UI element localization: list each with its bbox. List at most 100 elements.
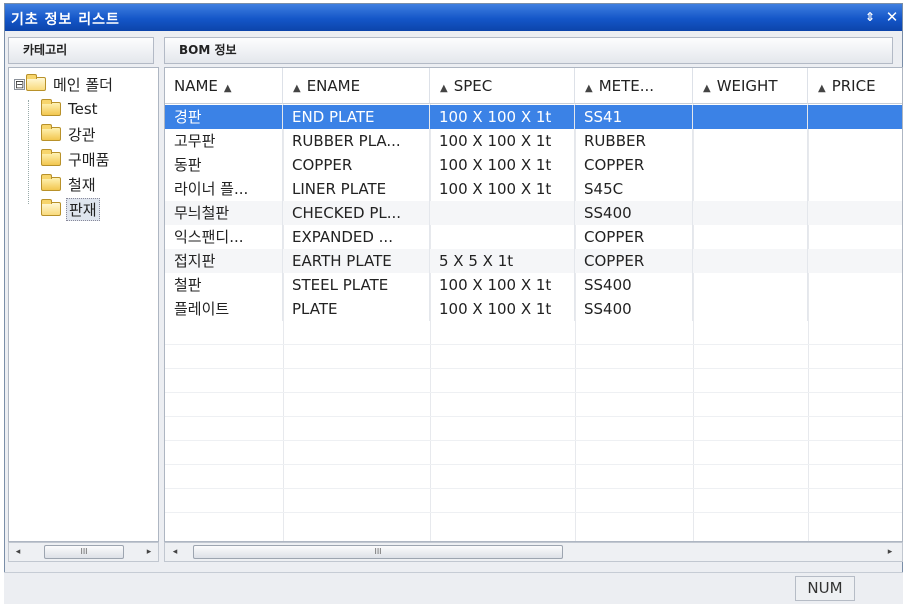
column-header-spec[interactable]: ▲ SPEC bbox=[430, 68, 575, 104]
cell-name: 고무판 bbox=[165, 129, 283, 153]
cell-material: SS400 bbox=[575, 201, 693, 225]
column-header-label: PRICE bbox=[831, 77, 876, 95]
cell-ename: EXPANDED ... bbox=[283, 225, 430, 249]
row-divider bbox=[165, 344, 902, 345]
cell-material: COPPER bbox=[575, 249, 693, 273]
table-row[interactable]: 철판 STEEL PLATE 100 X 100 X 1t SS400 bbox=[165, 273, 902, 297]
cell-material: S45C bbox=[575, 177, 693, 201]
window-title: 기초 정보 리스트 bbox=[11, 12, 120, 28]
tree-horizontal-scrollbar[interactable]: ◂ III ▸ bbox=[8, 542, 159, 562]
tree-node-root[interactable]: ⊟ 메인 폴더 bbox=[14, 72, 115, 96]
cell-ename: CHECKED PL... bbox=[283, 201, 430, 225]
cell-name: 동판 bbox=[165, 153, 283, 177]
scroll-right-icon[interactable]: ▸ bbox=[883, 545, 897, 559]
tree-node-purchased[interactable]: 구매품 bbox=[41, 147, 111, 171]
pin-icon[interactable]: ⇕ bbox=[861, 8, 879, 26]
scroll-thumb[interactable]: III bbox=[193, 545, 563, 559]
cell-spec: 100 X 100 X 1t bbox=[430, 129, 575, 153]
scroll-thumb[interactable]: III bbox=[44, 545, 124, 559]
sort-ascending-icon: ▲ bbox=[818, 83, 826, 94]
folder-icon bbox=[41, 149, 61, 166]
scroll-right-icon[interactable]: ▸ bbox=[142, 545, 156, 559]
cell-material: COPPER bbox=[575, 225, 693, 249]
tree-node-label: Test bbox=[68, 100, 98, 118]
grid-horizontal-scrollbar[interactable]: ◂ III ▸ bbox=[164, 542, 903, 562]
scroll-left-icon[interactable]: ◂ bbox=[168, 545, 182, 559]
cell-name: 플레이트 bbox=[165, 297, 283, 321]
table-row[interactable]: 접지판 EARTH PLATE 5 X 5 X 1t COPPER bbox=[165, 249, 902, 273]
cell-weight bbox=[693, 153, 808, 177]
category-tree[interactable]: ⊟ 메인 폴더 Test 강관 구매품 철재 판재 bbox=[8, 67, 159, 542]
table-row[interactable]: 동판 COPPER 100 X 100 X 1t COPPER bbox=[165, 153, 902, 177]
cell-ename: RUBBER PLA... bbox=[283, 129, 430, 153]
cell-material: COPPER bbox=[575, 153, 693, 177]
row-divider bbox=[165, 488, 902, 489]
sort-ascending-icon: ▲ bbox=[223, 83, 232, 94]
table-row[interactable]: 플레이트 PLATE 100 X 100 X 1t SS400 bbox=[165, 297, 902, 321]
sort-ascending-icon: ▲ bbox=[585, 83, 593, 94]
tree-node-plate[interactable]: 판재 bbox=[41, 197, 100, 221]
cell-spec: 100 X 100 X 1t bbox=[430, 153, 575, 177]
table-row[interactable]: 고무판 RUBBER PLA... 100 X 100 X 1t RUBBER bbox=[165, 129, 902, 153]
folder-icon bbox=[41, 99, 61, 116]
status-bar: NUM bbox=[4, 572, 903, 604]
cell-price bbox=[808, 273, 902, 297]
table-row-selected[interactable]: 경판 END PLATE 100 X 100 X 1t SS41 bbox=[165, 105, 902, 129]
tree-node-iron[interactable]: 철재 bbox=[41, 172, 98, 196]
cell-name: 접지판 bbox=[165, 249, 283, 273]
cell-weight bbox=[693, 225, 808, 249]
tree-node-label: 구매품 bbox=[68, 150, 110, 169]
cell-price bbox=[808, 105, 902, 129]
column-header-material[interactable]: ▲ METE... bbox=[575, 68, 693, 104]
column-header-name[interactable]: NAME ▲ bbox=[165, 68, 283, 104]
cell-ename: PLATE bbox=[283, 297, 430, 321]
cell-spec: 100 X 100 X 1t bbox=[430, 105, 575, 129]
row-divider bbox=[165, 368, 902, 369]
column-header-weight[interactable]: ▲ WEIGHT bbox=[693, 68, 808, 104]
cell-price bbox=[808, 201, 902, 225]
table-row[interactable]: 익스팬디... EXPANDED ... COPPER bbox=[165, 225, 902, 249]
cell-price bbox=[808, 249, 902, 273]
scroll-left-icon[interactable]: ◂ bbox=[11, 545, 25, 559]
num-lock-indicator: NUM bbox=[795, 576, 855, 601]
cell-spec: 100 X 100 X 1t bbox=[430, 177, 575, 201]
cell-weight bbox=[693, 297, 808, 321]
table-row[interactable]: 라이너 플... LINER PLATE 100 X 100 X 1t S45C bbox=[165, 177, 902, 201]
table-row[interactable]: 무늬철판 CHECKED PL... SS400 bbox=[165, 201, 902, 225]
cell-name: 무늬철판 bbox=[165, 201, 283, 225]
cell-material: SS41 bbox=[575, 105, 693, 129]
collapse-icon[interactable]: ⊟ bbox=[14, 78, 25, 90]
column-header-ename[interactable]: ▲ ENAME bbox=[283, 68, 430, 104]
row-divider bbox=[165, 512, 902, 513]
cell-name: 철판 bbox=[165, 273, 283, 297]
row-divider bbox=[165, 416, 902, 417]
cell-material: SS400 bbox=[575, 273, 693, 297]
folder-icon bbox=[41, 174, 61, 191]
cell-spec bbox=[430, 201, 575, 225]
cell-ename: COPPER bbox=[283, 153, 430, 177]
close-icon[interactable]: ✕ bbox=[883, 8, 901, 26]
bom-grid[interactable]: NAME ▲ ▲ ENAME ▲ SPEC ▲ METE... ▲ WEIGHT ▲ PRI… bbox=[164, 67, 903, 542]
cell-price bbox=[808, 297, 902, 321]
cell-weight bbox=[693, 105, 808, 129]
cell-weight bbox=[693, 129, 808, 153]
category-panel-header: 카테고리 bbox=[8, 37, 154, 64]
cell-weight bbox=[693, 273, 808, 297]
cell-price bbox=[808, 225, 902, 249]
tree-node-label-selected: 판재 bbox=[66, 197, 100, 221]
cell-spec: 100 X 100 X 1t bbox=[430, 297, 575, 321]
column-header-label: WEIGHT bbox=[716, 77, 778, 95]
title-bar[interactable]: 기초 정보 리스트 ⇕ ✕ bbox=[5, 4, 902, 31]
folder-open-icon bbox=[41, 199, 61, 216]
tree-node-test[interactable]: Test bbox=[41, 97, 100, 121]
folder-icon bbox=[41, 124, 61, 141]
cell-name: 라이너 플... bbox=[165, 177, 283, 201]
cell-price bbox=[808, 129, 902, 153]
cell-weight bbox=[693, 201, 808, 225]
tree-node-steel-pipe[interactable]: 강관 bbox=[41, 122, 98, 146]
tree-node-label: 메인 폴더 bbox=[53, 75, 113, 94]
row-divider bbox=[165, 464, 902, 465]
column-header-price[interactable]: ▲ PRICE bbox=[808, 68, 902, 104]
column-header-label: NAME bbox=[174, 77, 218, 95]
cell-ename: LINER PLATE bbox=[283, 177, 430, 201]
